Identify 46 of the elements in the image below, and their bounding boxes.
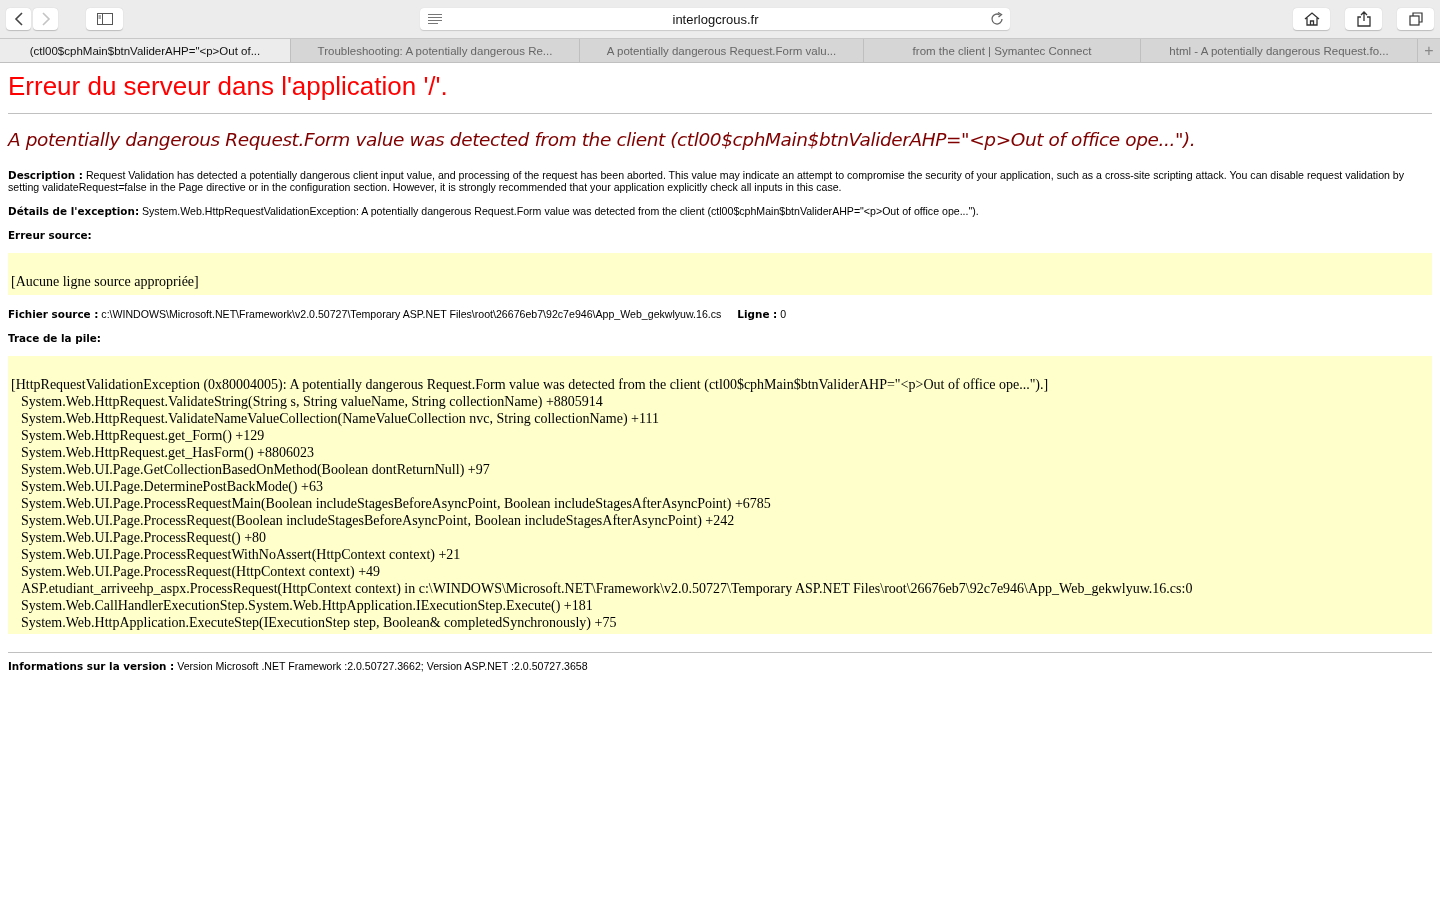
home-icon — [1303, 12, 1320, 26]
stack-trace-line: [HttpRequestValidationException (0x80004005): A potentially dangerous Request.Form value was detected from the client (ctl00$cphMain$btnValiderAHP="<p>Out of office ope...").] — [11, 376, 1049, 393]
stack-trace-line: System.Web.UI.Page.DeterminePostBackMode() +63 — [21, 478, 323, 495]
sidebar-button[interactable] — [86, 8, 123, 30]
stack-trace-line: System.Web.UI.Page.ProcessRequest(HttpContext context) +49 — [21, 563, 381, 580]
stack-trace-line: System.Web.HttpApplication.ExecuteStep(IExecutionStep step, Boolean& completedSynchronously) +75 — [21, 614, 617, 631]
stack-trace-line: System.Web.HttpRequest.get_Form() +129 — [21, 427, 265, 444]
browser-tab[interactable]: (ctl00$cphMain$btnValiderAHP="<p>Out of... — [0, 39, 291, 62]
stack-trace-line: System.Web.UI.Page.ProcessRequestMain(Boolean includeStagesBeforeAsyncPoint, Boolean includeStagesAfterAsyncPoint) +6785 — [21, 495, 771, 512]
error-title: Erreur du serveur dans l'application '/'. — [8, 70, 449, 101]
stack-trace-line: System.Web.HttpRequest.ValidateString(String s, String valueName, String collectionName) +8805914 — [21, 393, 603, 410]
browser-tab[interactable]: Troubleshooting: A potentially dangerous Re... — [291, 39, 580, 62]
description-text: Description : Request Validation has detected a potentially dangerous client input value, and processing of the request has been aborted. This value may indicate an attempt to compromise the security of your application, such as a cross-site scripting attack. You can disable request validation by setting validateRequest=false in the Page directive or in the configuration section. However, it is strongly recommended that your application explicitly check all inputs in this case. — [8, 169, 1406, 193]
tabs-overview-button[interactable] — [1397, 8, 1434, 30]
stack-trace-line: System.Web.HttpRequest.get_HasForm() +8806023 — [21, 444, 314, 461]
source-error-text: [Aucune ligne source appropriée] — [11, 273, 199, 290]
address-bar[interactable]: interlogcrous.fr — [419, 8, 1010, 30]
stack-trace-line: System.Web.CallHandlerExecutionStep.System.Web.HttpApplication.IExecutionStep.Execute() +181 — [21, 597, 593, 614]
stack-trace-label: Trace de la pile: — [8, 332, 102, 344]
tabs-icon — [1408, 12, 1423, 26]
error-subtitle: A potentially dangerous Request.Form value was detected from the client (ctl00$cphMain$btnValiderAHP="<p>Out of office ope..."). — [8, 128, 1197, 152]
browser-tab[interactable]: html - A potentially dangerous Request.fo... — [1141, 39, 1418, 62]
reload-icon[interactable] — [989, 12, 1004, 26]
exception-details-text: Détails de l'exception: System.Web.HttpRequestValidationException: A potentially dangerous Request.Form value was detected from the client (ctl00$cphMain$btnValiderAHP="<p>Out of office ope..."). — [8, 205, 980, 217]
reader-icon — [427, 14, 442, 24]
share-button[interactable] — [1345, 8, 1382, 30]
stack-trace-line: System.Web.HttpRequest.ValidateNameValueCollection(NameValueCollection nvc, String collectionName) +111 — [21, 410, 659, 427]
browser-tab[interactable]: A potentially dangerous Request.Form valu... — [580, 39, 864, 62]
sidebar-icon — [96, 13, 113, 25]
share-icon — [1356, 11, 1371, 27]
back-icon — [13, 12, 24, 26]
home-button[interactable] — [1293, 8, 1330, 30]
url-text: interlogcrous.fr — [671, 11, 760, 27]
stack-trace-line: ASP.etudiant_arriveehp_aspx.ProcessRequest(HttpContext context) in c:\WINDOWS\Microsoft.NET\Framework\v2.0.50727\Temporary ASP.NET Files\root\26676eb7\92c7e946\App_Web_gekwlyuw.16.cs:0 — [21, 580, 1193, 597]
stack-trace-line: System.Web.UI.Page.ProcessRequest() +80 — [21, 529, 267, 546]
back-button[interactable] — [6, 8, 31, 30]
source-error-label: Erreur source: — [8, 229, 93, 241]
new-tab-button[interactable]: + — [1418, 39, 1440, 62]
line-number-text: Ligne : 0 — [737, 308, 787, 320]
stack-trace-line: System.Web.UI.Page.ProcessRequest(Boolean includeStagesBeforeAsyncPoint, Boolean includeStagesAfterAsyncPoint) +242 — [21, 512, 735, 529]
browser-tab[interactable]: from the client | Symantec Connect — [864, 39, 1141, 62]
forward-icon — [40, 12, 51, 26]
version-info-text: Informations sur la version : Version Microsoft .NET Framework :2.0.50727.3662; Version ASP.NET :2.0.50727.3658 — [8, 660, 589, 672]
stack-trace-line: System.Web.UI.Page.GetCollectionBasedOnMethod(Boolean dontReturnNull) +97 — [21, 461, 490, 478]
stack-trace-line: System.Web.UI.Page.ProcessRequestWithNoAssert(HttpContext context) +21 — [21, 546, 461, 563]
source-file-text: Fichier source : c:\WINDOWS\Microsoft.NET\Framework\v2.0.50727\Temporary ASP.NET Files\root\26676eb7\92c7e946\App_Web_gekwlyuw.16.cs — [8, 308, 722, 320]
